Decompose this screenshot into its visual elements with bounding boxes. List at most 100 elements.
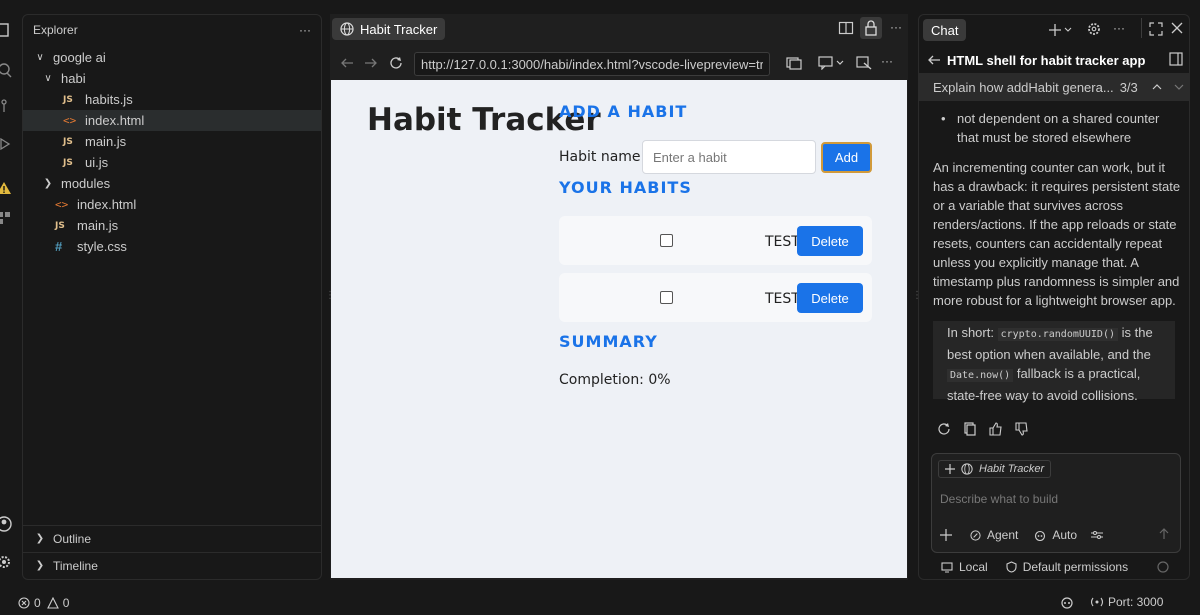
address-bar[interactable]: http://127.0.0.1:3000/habi/index.html?vs…: [414, 52, 770, 76]
context-chip[interactable]: Habit Tracker: [938, 460, 1052, 478]
delete-habit-button[interactable]: Delete: [797, 226, 863, 256]
chat-more-icon[interactable]: ···: [1113, 21, 1125, 35]
tree-item[interactable]: <> index.html: [23, 194, 321, 215]
response-actions: [937, 422, 1029, 436]
lock-icon[interactable]: [860, 17, 882, 39]
new-chat-icon[interactable]: [1049, 23, 1073, 37]
warning-count[interactable]: 0: [63, 596, 70, 610]
agent-icon: [970, 529, 981, 541]
user-question[interactable]: Explain how addHabit genera... 3/3: [919, 73, 1189, 101]
error-count[interactable]: 0: [34, 596, 41, 610]
warning-icon[interactable]: [46, 596, 59, 609]
inspect-icon[interactable]: [856, 56, 872, 70]
globe-icon: [340, 22, 354, 36]
tree-item[interactable]: ∨ habi: [23, 68, 321, 89]
chat-input-field[interactable]: Describe what to build: [940, 492, 1058, 506]
sash-handle[interactable]: ⋮: [912, 290, 922, 301]
tree-item[interactable]: JS habits.js: [23, 89, 321, 110]
tree-item-label: style.css: [77, 239, 127, 254]
add-habit-heading: ADD A HABIT: [559, 102, 688, 121]
settings-gear-icon[interactable]: [0, 554, 12, 570]
divider: [1141, 18, 1142, 38]
chat-session-title: HTML shell for habit tracker app: [947, 53, 1146, 68]
tree-item[interactable]: <> index.html: [23, 110, 321, 131]
chat-summary-box: In short: crypto.randomUUID() is the bes…: [933, 321, 1175, 403]
js-file-icon: JS: [63, 94, 73, 105]
local-selector[interactable]: Local: [959, 560, 988, 574]
chat-input-toolbar: Agent Auto: [940, 528, 1104, 542]
tree-item-label: index.html: [85, 113, 145, 128]
explorer-more-icon[interactable]: ···: [299, 23, 311, 37]
completion-text: Completion: 0%: [559, 372, 671, 388]
source-control-icon[interactable]: [0, 98, 12, 114]
agent-mode-selector[interactable]: Agent: [987, 528, 1018, 542]
sidebar-toggle-icon[interactable]: [1169, 52, 1183, 66]
explorer-panel: Explorer ··· ∨ google ai ∨ habi JS habits.js <…: [22, 14, 322, 580]
browser-more-icon[interactable]: ···: [881, 54, 893, 68]
tree-item[interactable]: ❯ modules: [23, 173, 321, 194]
tree-item[interactable]: ∨ google ai: [23, 47, 321, 68]
tools-icon[interactable]: [1091, 529, 1104, 541]
tree-item[interactable]: JS main.js: [23, 215, 321, 236]
css-file-icon: #: [55, 239, 63, 254]
reload-icon[interactable]: [389, 56, 403, 70]
add-context-icon[interactable]: [945, 464, 955, 474]
live-server-port[interactable]: Port: 3000: [1108, 595, 1163, 609]
attach-plus-icon[interactable]: [940, 529, 952, 541]
habit-item: TEST Delete: [559, 216, 872, 265]
run-debug-icon[interactable]: [0, 136, 12, 152]
files-icon[interactable]: [0, 22, 12, 38]
back-arrow-icon[interactable]: [927, 53, 941, 67]
habit-name: TEST: [765, 291, 800, 307]
model-selector[interactable]: Auto: [1052, 528, 1077, 542]
open-external-icon[interactable]: [786, 56, 802, 70]
close-icon[interactable]: [1171, 22, 1183, 34]
tree-item-label: habi: [61, 71, 86, 86]
warning-icon[interactable]: [0, 180, 12, 196]
copy-icon[interactable]: [963, 422, 977, 436]
tree-item[interactable]: JS main.js: [23, 131, 321, 152]
delete-habit-button[interactable]: Delete: [797, 283, 863, 313]
forward-arrow-icon[interactable]: [364, 56, 378, 70]
chevron-up-icon[interactable]: [1152, 83, 1162, 91]
habit-name: TEST: [765, 234, 800, 250]
habit-checkbox[interactable]: [660, 234, 673, 247]
js-file-icon: JS: [63, 136, 73, 147]
habit-name-input[interactable]: Enter a habit: [642, 140, 816, 174]
thumbs-down-icon[interactable]: [1015, 422, 1029, 436]
tab-chat[interactable]: Chat: [923, 19, 967, 41]
chevron-right-icon: ❯: [43, 178, 53, 189]
question-text: Explain how addHabit genera...: [933, 79, 1114, 95]
search-icon[interactable]: [0, 62, 12, 78]
html-file-icon: <>: [63, 114, 77, 127]
js-file-icon: JS: [63, 157, 73, 168]
send-arrow-icon[interactable]: [1158, 528, 1170, 540]
tree-item[interactable]: # style.css: [23, 236, 321, 257]
split-editor-icon[interactable]: [838, 20, 854, 36]
retry-icon[interactable]: [937, 422, 951, 436]
url-text: http://127.0.0.1:3000/habi/index.html?vs…: [421, 56, 763, 72]
maximize-icon[interactable]: [1149, 22, 1163, 36]
copilot-status-icon[interactable]: [1060, 595, 1074, 609]
sash-handle[interactable]: ⋮: [325, 290, 335, 301]
gear-icon[interactable]: [1087, 22, 1101, 36]
tab-label: Habit Tracker: [360, 21, 438, 37]
habit-checkbox[interactable]: [660, 291, 673, 304]
chevron-down-icon[interactable]: [1174, 83, 1184, 91]
permissions-selector[interactable]: Default permissions: [1023, 560, 1128, 574]
tree-item[interactable]: JS ui.js: [23, 152, 321, 173]
back-arrow-icon[interactable]: [340, 56, 354, 70]
chat-bullet: • not dependent on a shared counter that…: [933, 109, 1183, 147]
add-habit-button[interactable]: Add: [821, 142, 872, 173]
tab-habit-tracker[interactable]: Habit Tracker: [332, 18, 446, 40]
timeline-section[interactable]: ❯ Timeline: [23, 552, 321, 578]
comment-dropdown-icon[interactable]: [818, 56, 846, 70]
account-icon[interactable]: [0, 516, 12, 532]
error-icon[interactable]: [18, 596, 30, 609]
extensions-icon[interactable]: [0, 210, 12, 226]
thumbs-up-icon[interactable]: [989, 422, 1003, 436]
monitor-icon: [941, 561, 953, 573]
copilot-icon: [1034, 529, 1046, 541]
outline-section[interactable]: ❯ Outline: [23, 525, 321, 551]
editor-more-icon[interactable]: ···: [890, 20, 902, 34]
